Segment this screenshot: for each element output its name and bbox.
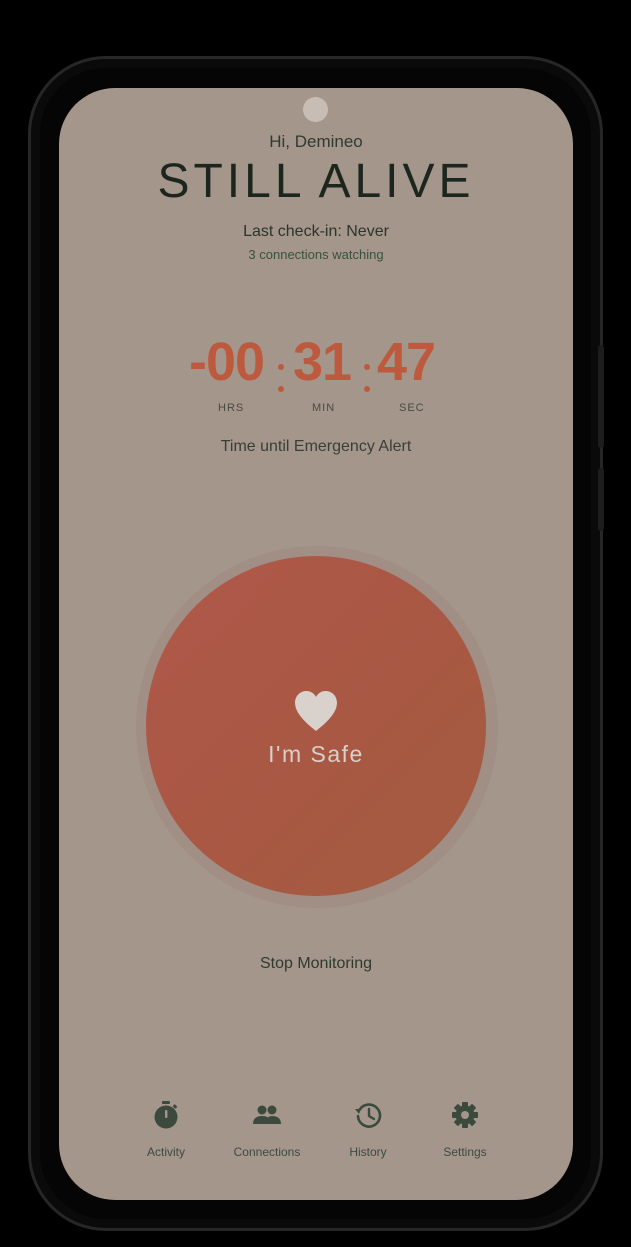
seconds-label: SEC (399, 402, 425, 414)
minutes-label: MIN (312, 402, 336, 414)
gear-icon (452, 1102, 478, 1128)
countdown-minutes: 31 (293, 332, 352, 392)
volume-button (598, 345, 604, 448)
emergency-alert-caption: Time until Emergency Alert (220, 438, 412, 455)
front-camera (303, 97, 328, 122)
countdown-hours: -00 (189, 332, 265, 392)
nav-label-activity: Activity (146, 1145, 185, 1159)
nav-label-connections: Connections (233, 1145, 301, 1159)
nav-label-settings: Settings (443, 1145, 487, 1159)
countdown-timer: -00 31 47 HRS MIN SEC (189, 330, 443, 420)
power-button (598, 468, 604, 531)
stop-monitoring-button[interactable]: Stop Monitoring (216, 955, 416, 973)
countdown-separator (364, 356, 370, 394)
bottom-navigation: Activity Connections History Settings (59, 1098, 573, 1168)
countdown-separator (278, 356, 284, 394)
greeting: Hi, Demineo (269, 132, 363, 151)
nav-item-settings[interactable]: Settings (415, 1098, 515, 1168)
last-checkin-text: Last check-in: Never (243, 223, 389, 240)
app-screen: Hi, Demineo STILL ALIVE Last check-in: N… (59, 88, 573, 1200)
people-icon (253, 1105, 281, 1124)
nav-item-connections[interactable]: Connections (217, 1098, 317, 1168)
connections-watching-text: 3 connections watching (248, 247, 384, 262)
history-icon (355, 1103, 382, 1128)
nav-label-history: History (349, 1145, 387, 1159)
nav-item-history[interactable]: History (318, 1098, 418, 1168)
app-title: STILL ALIVE (157, 155, 475, 208)
nav-item-activity[interactable]: Activity (116, 1098, 216, 1168)
heart-icon (295, 691, 337, 731)
im-safe-button[interactable]: I'm Safe (146, 556, 486, 896)
im-safe-label: I'm Safe (268, 741, 364, 767)
countdown-seconds: 47 (377, 332, 436, 392)
stopwatch-icon (154, 1101, 178, 1129)
hours-label: HRS (218, 402, 245, 414)
